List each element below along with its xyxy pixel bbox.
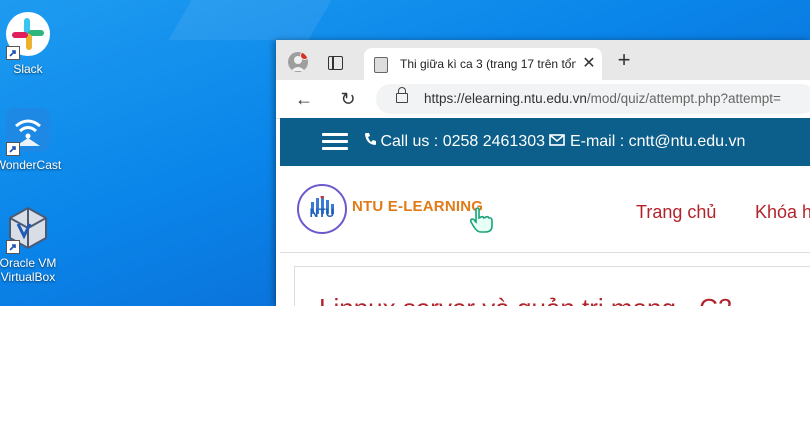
menu-item-home[interactable]: Trang chủ [636,202,716,223]
notification-dot [300,52,308,60]
desktop-icon-virtualbox[interactable]: Oracle VM VirtualBox [0,204,66,284]
url-text: https://elearning.ntu.edu.vn/mod/quiz/at… [424,91,781,106]
desktop-icon-slack[interactable]: Slack [0,10,66,76]
desktop-icon-wondercast[interactable]: WonderCast [0,106,66,172]
tab-bar: Thi giữa kì ca 3 (trang 17 trên tổng ✕ + [276,40,810,80]
wondercast-icon [4,106,52,156]
back-button[interactable]: ← [294,89,314,109]
ntu-logo[interactable]: NTU [297,184,347,234]
desktop-icon-label-line2: VirtualBox [0,270,56,284]
reload-button[interactable]: ↻ [338,89,358,109]
site-header: NTU NTU E-LEARNING Trang chủ Khóa h [280,166,810,253]
virtualbox-icon [4,204,52,254]
new-tab-button[interactable]: + [614,49,634,71]
shortcut-arrow-icon [6,240,20,254]
course-title: Linnux server và quản trị mạng - C2 [319,293,732,306]
desktop-icon-label: WonderCast [0,158,62,172]
tab-close-icon[interactable]: ✕ [580,55,598,73]
contact-info: Call us : 0258 2461303 E-mail : cntt@ntu… [364,132,745,151]
slack-icon [4,10,52,60]
url-host: https://elearning.ntu.edu.vn [424,91,587,106]
shortcut-arrow-icon [6,142,20,156]
hamburger-menu-icon[interactable] [322,133,348,151]
browser-window: Thi giữa kì ca 3 (trang 17 trên tổng ✕ +… [276,40,810,306]
lock-icon[interactable] [396,87,408,103]
url-input[interactable]: https://elearning.ntu.edu.vn/mod/quiz/at… [376,84,810,114]
phone-text: Call us : 0258 2461303 [380,132,546,150]
address-bar-row: ← ↻ https://elearning.ntu.edu.vn/mod/qui… [276,80,810,119]
vertical-tabs-icon[interactable] [328,56,343,70]
desktop-icon-label-line1: Oracle VM [0,256,57,270]
wallpaper-light-ray [168,0,332,40]
course-panel: Linnux server và quản trị mạng - C2 [294,266,810,306]
profile-avatar-icon[interactable] [288,52,308,72]
tab-title: Thi giữa kì ca 3 (trang 17 trên tổng [400,57,576,71]
email-icon [549,133,566,151]
logo-text: NTU [309,206,335,220]
desktop-icon-label: Slack [13,62,43,76]
url-path: /mod/quiz/attempt.php?attempt= [586,91,781,106]
tab-active[interactable]: Thi giữa kì ca 3 (trang 17 trên tổng ✕ [364,48,602,80]
email-text: E-mail : cntt@ntu.edu.vn [569,132,746,150]
site-name[interactable]: NTU E-LEARNING [352,198,483,215]
pointer-hand-icon [468,206,494,234]
shortcut-arrow-icon [6,46,20,60]
desktop-background: Slack WonderCast Oracle VM VirtualBox Th… [0,0,810,306]
menu-item-courses[interactable]: Khóa h [755,202,810,223]
phone-icon [364,132,376,151]
site-topbar: Call us : 0258 2461303 E-mail : cntt@ntu… [280,118,810,166]
page-favicon-icon [374,57,388,73]
